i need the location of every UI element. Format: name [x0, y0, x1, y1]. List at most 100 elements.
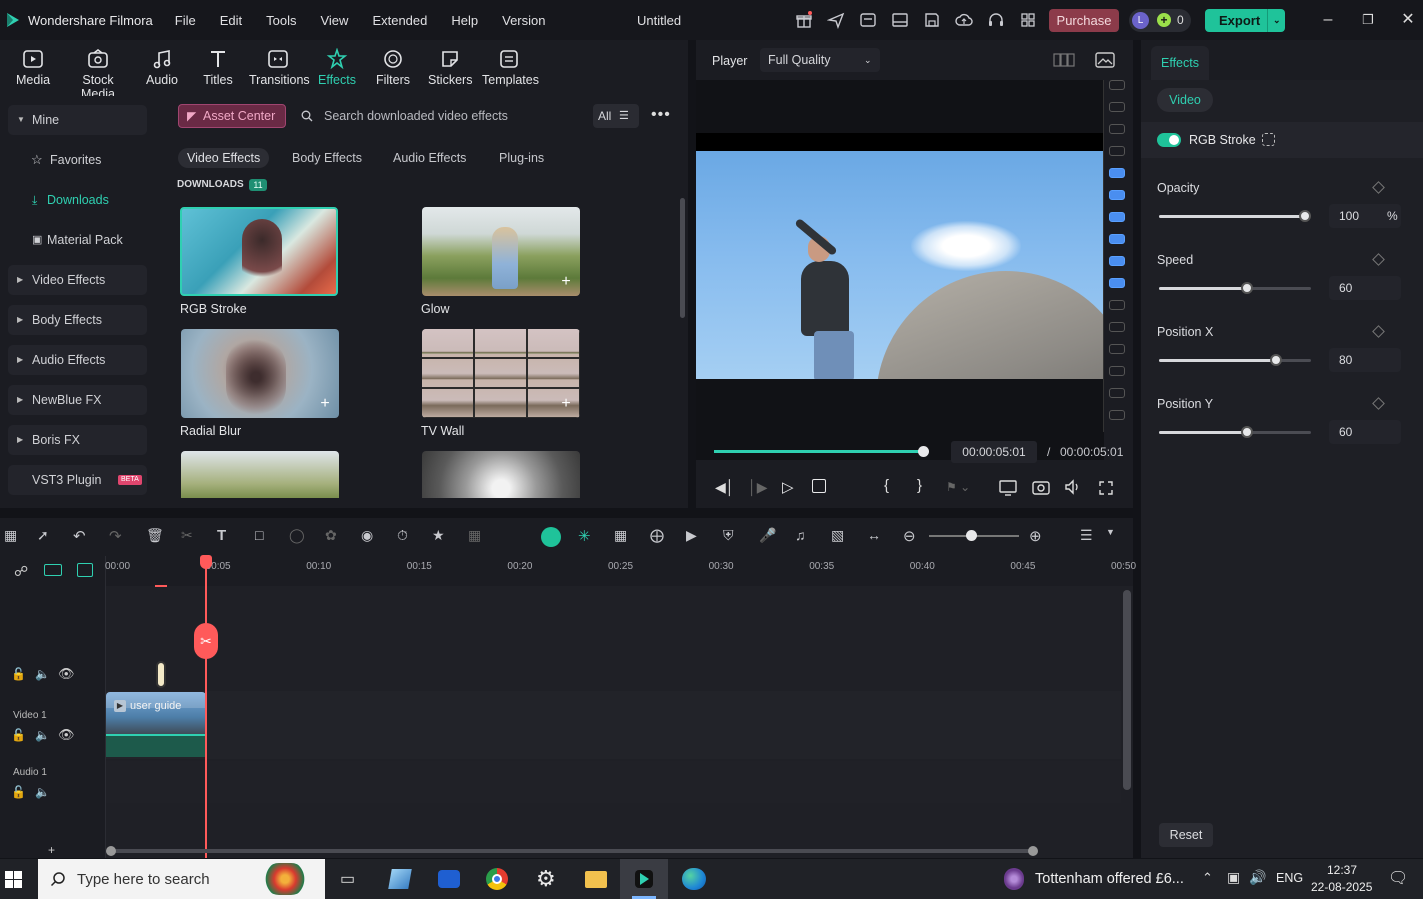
- tool-stickers[interactable]: Stickers: [428, 48, 472, 87]
- teamviewer-app-icon[interactable]: [438, 870, 460, 888]
- opacity-slider-knob[interactable]: [1299, 210, 1311, 222]
- track-cell[interactable]: [1109, 234, 1125, 244]
- chevron-up-icon[interactable]: ⌃: [1202, 870, 1213, 886]
- play-circle-icon[interactable]: ▶: [686, 527, 704, 545]
- notifications-icon[interactable]: 🗨: [1388, 868, 1408, 888]
- position-x-value[interactable]: 80: [1329, 348, 1401, 372]
- zoom-in-icon[interactable]: ⊕: [1029, 527, 1047, 545]
- quality-dropdown[interactable]: Full Quality ⌄: [760, 48, 880, 72]
- windows-start-icon[interactable]: [5, 871, 22, 888]
- track-cell[interactable]: [1109, 168, 1125, 178]
- track-cell[interactable]: [1109, 388, 1125, 398]
- add-icon[interactable]: +: [317, 396, 333, 412]
- timer-icon[interactable]: ⏱: [397, 527, 415, 545]
- effect-thumb-partial-2[interactable]: [422, 451, 580, 498]
- clock-time[interactable]: 12:37: [1327, 863, 1357, 877]
- sidebar-item-audio-effects[interactable]: ▶ Audio Effects: [8, 345, 147, 375]
- language-indicator[interactable]: ENG: [1276, 871, 1303, 885]
- snap-icon[interactable]: ✳: [578, 527, 596, 545]
- tab-plug-ins[interactable]: Plug-ins: [499, 148, 544, 168]
- add-media-icon[interactable]: ⨁: [650, 527, 668, 545]
- apps-grid-icon[interactable]: [1019, 11, 1037, 29]
- lock-icon[interactable]: 🔓: [11, 785, 26, 799]
- asset-center-button[interactable]: ◤ Asset Center: [178, 104, 286, 128]
- track-cell[interactable]: [1109, 366, 1125, 376]
- scissors-icon[interactable]: ✂: [194, 623, 218, 659]
- search-input[interactable]: Search downloaded video effects: [300, 104, 580, 128]
- sidebar-item-body-effects[interactable]: ▶ Body Effects: [8, 305, 147, 335]
- notepad-app-icon[interactable]: [388, 869, 412, 889]
- tool-transitions[interactable]: Transitions: [249, 48, 310, 87]
- text-tool-icon[interactable]: T: [217, 527, 235, 545]
- snapshot-icon[interactable]: [1032, 479, 1050, 495]
- track-cell[interactable]: [1109, 212, 1125, 222]
- minimize-icon[interactable]: –: [1318, 10, 1338, 30]
- effect-thumb-radial-blur[interactable]: +: [181, 329, 339, 418]
- delete-icon[interactable]: 🗑: [146, 527, 164, 545]
- track-cell[interactable]: [1109, 124, 1125, 134]
- track-cell[interactable]: [1109, 300, 1125, 310]
- close-icon[interactable]: ✕: [1398, 10, 1418, 30]
- undo-icon[interactable]: ↶: [73, 527, 91, 545]
- menu-extended[interactable]: Extended: [372, 13, 427, 28]
- save-icon[interactable]: [923, 11, 941, 29]
- mark-in-icon[interactable]: {: [884, 477, 889, 494]
- zoom-slider-knob[interactable]: [966, 530, 977, 541]
- edge-app-icon[interactable]: [682, 868, 706, 890]
- sticker-tool-icon[interactable]: ★: [432, 527, 450, 545]
- playback-knob[interactable]: [918, 446, 929, 457]
- speed-slider-knob[interactable]: [1240, 282, 1253, 294]
- headset-icon[interactable]: [987, 11, 1005, 29]
- gift-icon[interactable]: [795, 11, 813, 29]
- sidebar-item-video-effects[interactable]: ▶ Video Effects: [8, 265, 147, 295]
- tab-body-effects[interactable]: Body Effects: [292, 148, 362, 168]
- color-match-icon[interactable]: ✿: [325, 527, 343, 545]
- clip-trim-handle[interactable]: [156, 661, 166, 688]
- crop-icon[interactable]: □: [255, 527, 273, 545]
- task-view-icon[interactable]: ▭: [340, 869, 355, 889]
- menu-file[interactable]: File: [175, 13, 196, 28]
- clock-date[interactable]: 22-08-2025: [1311, 880, 1372, 894]
- track-cell[interactable]: [1109, 80, 1125, 90]
- tool-media[interactable]: Media: [16, 48, 50, 87]
- ai-tool-icon[interactable]: ◉: [361, 527, 379, 545]
- browser-scrollbar[interactable]: [680, 198, 685, 318]
- add-track-icon[interactable]: [44, 564, 62, 576]
- more-options-icon[interactable]: •••: [651, 106, 671, 124]
- lock-icon[interactable]: 🔓: [11, 667, 26, 681]
- position-x-slider-knob[interactable]: [1269, 354, 1282, 366]
- tool-titles[interactable]: Titles: [203, 48, 233, 87]
- link-icon[interactable]: ☍: [14, 563, 28, 580]
- effect-thumb-partial-1[interactable]: [181, 451, 339, 498]
- sidebar-item-newblue-fx[interactable]: ▶ NewBlue FX: [8, 385, 147, 415]
- credits-badge[interactable]: L + 0: [1129, 9, 1191, 32]
- layout-icon[interactable]: [891, 11, 909, 29]
- effect-thumb-rgb-stroke[interactable]: [180, 207, 338, 296]
- tool-templates[interactable]: Templates: [482, 48, 539, 87]
- media-library-icon[interactable]: [859, 11, 877, 29]
- track-cell[interactable]: [1109, 102, 1125, 112]
- sidebar-item-downloads[interactable]: ⤓ Downloads: [8, 185, 147, 215]
- purchase-button[interactable]: Purchase: [1049, 9, 1119, 32]
- timeline-h-scrollbar[interactable]: [110, 849, 1035, 853]
- video-clip[interactable]: ▶ user guide: [106, 692, 206, 734]
- ai-text-icon[interactable]: ▦: [468, 527, 486, 545]
- menu-tools[interactable]: Tools: [266, 13, 296, 28]
- mark-out-icon[interactable]: }: [917, 477, 922, 494]
- sidebar-item-vst3-plugin[interactable]: VST3 Plugin BETA: [8, 465, 147, 495]
- tool-stock-media[interactable]: Stock Media: [64, 48, 132, 101]
- shield-icon[interactable]: ⛨: [723, 527, 741, 545]
- effect-toggle[interactable]: [1157, 133, 1181, 147]
- effect-thumb-glow[interactable]: +: [422, 207, 580, 296]
- tool-effects[interactable]: Effects: [318, 48, 356, 87]
- fullscreen-icon[interactable]: [1098, 480, 1114, 496]
- export-button[interactable]: Export ⌄: [1205, 9, 1285, 32]
- track-layout-icon[interactable]: ☰: [1080, 527, 1098, 545]
- add-icon[interactable]: +: [558, 396, 574, 412]
- lock-icon[interactable]: 🔓: [11, 728, 26, 742]
- position-y-slider-knob[interactable]: [1240, 426, 1253, 438]
- speaker-icon[interactable]: 🔈: [35, 785, 50, 799]
- opacity-value[interactable]: 100%: [1329, 204, 1401, 228]
- chevron-down-icon[interactable]: ⌄: [1267, 9, 1281, 32]
- layout-grid-icon[interactable]: ▦: [4, 527, 22, 545]
